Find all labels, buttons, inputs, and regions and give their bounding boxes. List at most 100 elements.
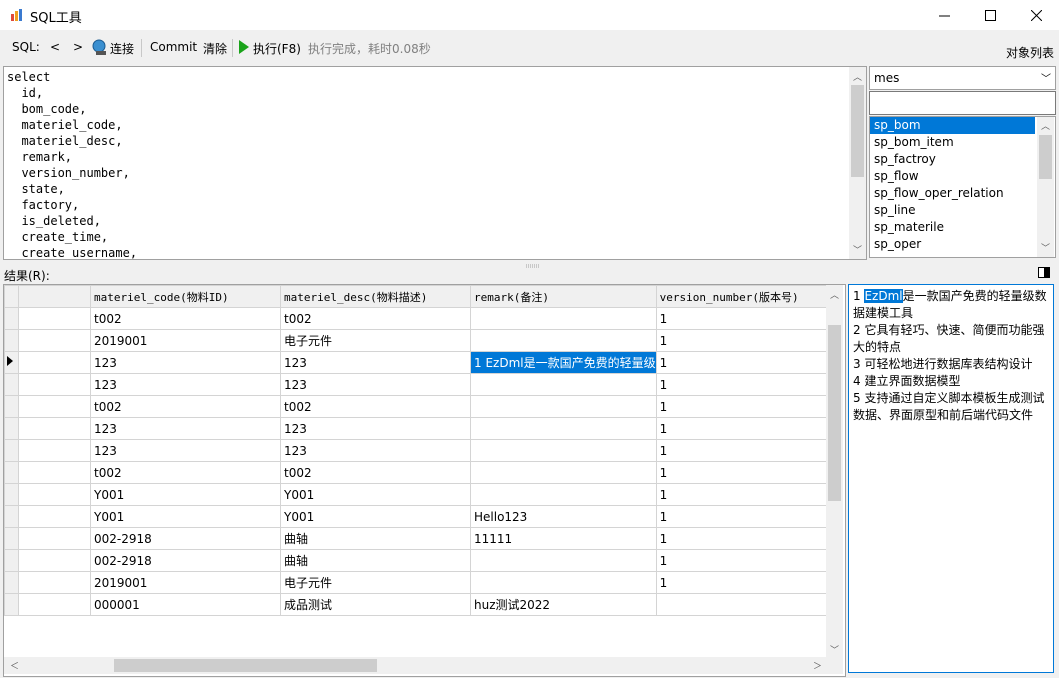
table-cell[interactable]: 曲轴 bbox=[280, 527, 471, 550]
table-cell[interactable] bbox=[470, 395, 657, 418]
table-row[interactable]: 2019001 电子元件 1 bbox=[4, 571, 837, 594]
connect-button[interactable]: 连接 bbox=[110, 40, 134, 57]
table-cell[interactable] bbox=[18, 571, 91, 594]
table-cell[interactable]: 电子元件 bbox=[280, 329, 471, 352]
table-cell[interactable]: 123 bbox=[280, 351, 471, 374]
table-cell[interactable] bbox=[18, 351, 91, 374]
scroll-down-icon[interactable]: ﹀ bbox=[1037, 241, 1054, 254]
object-search-input[interactable] bbox=[869, 91, 1056, 115]
table-cell[interactable]: 2019001 bbox=[90, 571, 281, 594]
prev-sql-button[interactable]: < bbox=[50, 40, 60, 54]
table-row[interactable]: 123 123 1 EzDml是一款国产免费的轻量级 1 bbox=[4, 351, 837, 374]
table-cell[interactable]: 电子元件 bbox=[280, 571, 471, 594]
commit-button[interactable]: Commit bbox=[150, 40, 197, 54]
table-cell[interactable]: 1 bbox=[655, 307, 837, 330]
table-row[interactable]: Y001 Y001 1 bbox=[4, 483, 837, 506]
table-cell[interactable] bbox=[470, 549, 657, 572]
column-header[interactable]: materiel_desc(物料描述) bbox=[280, 285, 471, 308]
splitter-grip[interactable] bbox=[526, 258, 540, 268]
table-row[interactable]: 000001 成品测试 huz测试2022 bbox=[4, 593, 837, 616]
table-cell[interactable] bbox=[470, 483, 657, 506]
table-cell[interactable]: 1 bbox=[655, 483, 837, 506]
row-header[interactable] bbox=[4, 373, 19, 396]
close-button[interactable] bbox=[1013, 0, 1059, 30]
table-cell[interactable]: t002 bbox=[280, 395, 471, 418]
row-header[interactable] bbox=[4, 439, 19, 462]
table-row[interactable]: 123 123 1 bbox=[4, 417, 837, 440]
table-cell[interactable]: 曲轴 bbox=[280, 549, 471, 572]
scroll-up-icon[interactable]: ︿ bbox=[826, 288, 843, 301]
table-list-item[interactable]: sp_flow bbox=[870, 168, 1035, 185]
row-header[interactable] bbox=[4, 527, 19, 550]
table-row[interactable]: 123 123 1 bbox=[4, 373, 837, 396]
row-header[interactable] bbox=[4, 417, 19, 440]
table-list-item[interactable]: sp_materile bbox=[870, 219, 1035, 236]
table-cell[interactable] bbox=[18, 483, 91, 506]
table-cell[interactable]: Y001 bbox=[90, 483, 281, 506]
row-header[interactable] bbox=[4, 395, 19, 418]
table-list-item[interactable]: sp_line bbox=[870, 202, 1035, 219]
table-cell[interactable]: huz测试2022 bbox=[470, 593, 657, 616]
table-cell[interactable]: 1 bbox=[655, 373, 837, 396]
table-cell[interactable]: 1 bbox=[655, 505, 837, 528]
table-list-item[interactable]: sp_bom_item bbox=[870, 134, 1035, 151]
cell-preview[interactable]: 1 EzDml是一款国产免费的轻量级数据建模工具 2 它具有轻巧、快速、简便而功… bbox=[848, 284, 1054, 673]
table-list-item[interactable]: sp_bom bbox=[870, 117, 1035, 134]
table-cell[interactable] bbox=[470, 439, 657, 462]
table-cell[interactable] bbox=[470, 373, 657, 396]
table-list-scrollbar[interactable]: ︿ ﹀ bbox=[1037, 117, 1054, 257]
table-row[interactable]: t002 t002 1 bbox=[4, 395, 837, 418]
row-header[interactable] bbox=[4, 461, 19, 484]
scroll-up-icon[interactable]: ︿ bbox=[849, 70, 866, 83]
table-cell[interactable] bbox=[470, 417, 657, 440]
column-header[interactable]: version_number(版本号) bbox=[655, 285, 837, 308]
table-cell[interactable]: 123 bbox=[90, 417, 281, 440]
table-cell[interactable]: 1 bbox=[655, 395, 837, 418]
execute-button[interactable]: 执行(F8) bbox=[253, 40, 301, 57]
table-cell[interactable]: 1 bbox=[655, 329, 837, 352]
row-header[interactable] bbox=[4, 505, 19, 528]
row-header[interactable] bbox=[4, 329, 19, 352]
table-cell[interactable]: t002 bbox=[90, 461, 281, 484]
table-cell[interactable] bbox=[18, 417, 91, 440]
scroll-up-icon[interactable]: ︿ bbox=[1037, 119, 1054, 132]
table-cell[interactable]: Y001 bbox=[90, 505, 281, 528]
table-cell[interactable]: 1 bbox=[655, 549, 837, 572]
scroll-thumb[interactable] bbox=[114, 659, 377, 672]
table-list[interactable]: sp_bom sp_bom_item sp_factroy sp_flow sp_flo… bbox=[869, 116, 1056, 258]
row-header[interactable] bbox=[4, 571, 19, 594]
row-header[interactable] bbox=[4, 593, 19, 616]
table-cell[interactable]: Y001 bbox=[280, 505, 471, 528]
table-cell[interactable] bbox=[18, 307, 91, 330]
maximize-button[interactable] bbox=[967, 0, 1013, 30]
table-cell[interactable] bbox=[18, 373, 91, 396]
table-row[interactable]: 002-2918 曲轴 11111 1 bbox=[4, 527, 837, 550]
row-header[interactable] bbox=[4, 307, 19, 330]
table-cell[interactable]: 成品测试 bbox=[280, 593, 471, 616]
table-row[interactable]: t002 t002 1 bbox=[4, 307, 837, 330]
table-row[interactable]: Y001 Y001 Hello123 1 bbox=[4, 505, 837, 528]
row-header[interactable] bbox=[4, 483, 19, 506]
table-list-item[interactable]: sp_flow_oper_relation bbox=[870, 185, 1035, 202]
table-cell[interactable]: 1 bbox=[655, 461, 837, 484]
scroll-left-icon[interactable]: ＜ bbox=[6, 659, 23, 672]
table-cell[interactable] bbox=[18, 593, 91, 616]
table-cell[interactable]: Y001 bbox=[280, 483, 471, 506]
table-row[interactable]: 123 123 1 bbox=[4, 439, 837, 462]
table-cell[interactable] bbox=[470, 571, 657, 594]
table-cell[interactable] bbox=[18, 527, 91, 550]
table-cell[interactable]: 000001 bbox=[90, 593, 281, 616]
scroll-thumb[interactable] bbox=[851, 85, 864, 177]
table-cell[interactable]: 11111 bbox=[470, 527, 657, 550]
table-cell[interactable]: 1 bbox=[655, 439, 837, 462]
grid-hscrollbar[interactable]: ＜ ＞ ﹀ bbox=[4, 646, 843, 674]
table-cell[interactable] bbox=[18, 549, 91, 572]
table-cell[interactable]: Hello123 bbox=[470, 505, 657, 528]
table-row[interactable]: t002 t002 1 bbox=[4, 461, 837, 484]
table-cell[interactable]: 1 bbox=[655, 571, 837, 594]
table-cell[interactable] bbox=[470, 307, 657, 330]
table-cell[interactable]: 123 bbox=[90, 351, 281, 374]
table-cell[interactable]: 1 bbox=[655, 351, 837, 374]
scroll-down-icon[interactable]: ﹀ bbox=[826, 643, 843, 656]
scroll-thumb[interactable] bbox=[828, 325, 841, 501]
